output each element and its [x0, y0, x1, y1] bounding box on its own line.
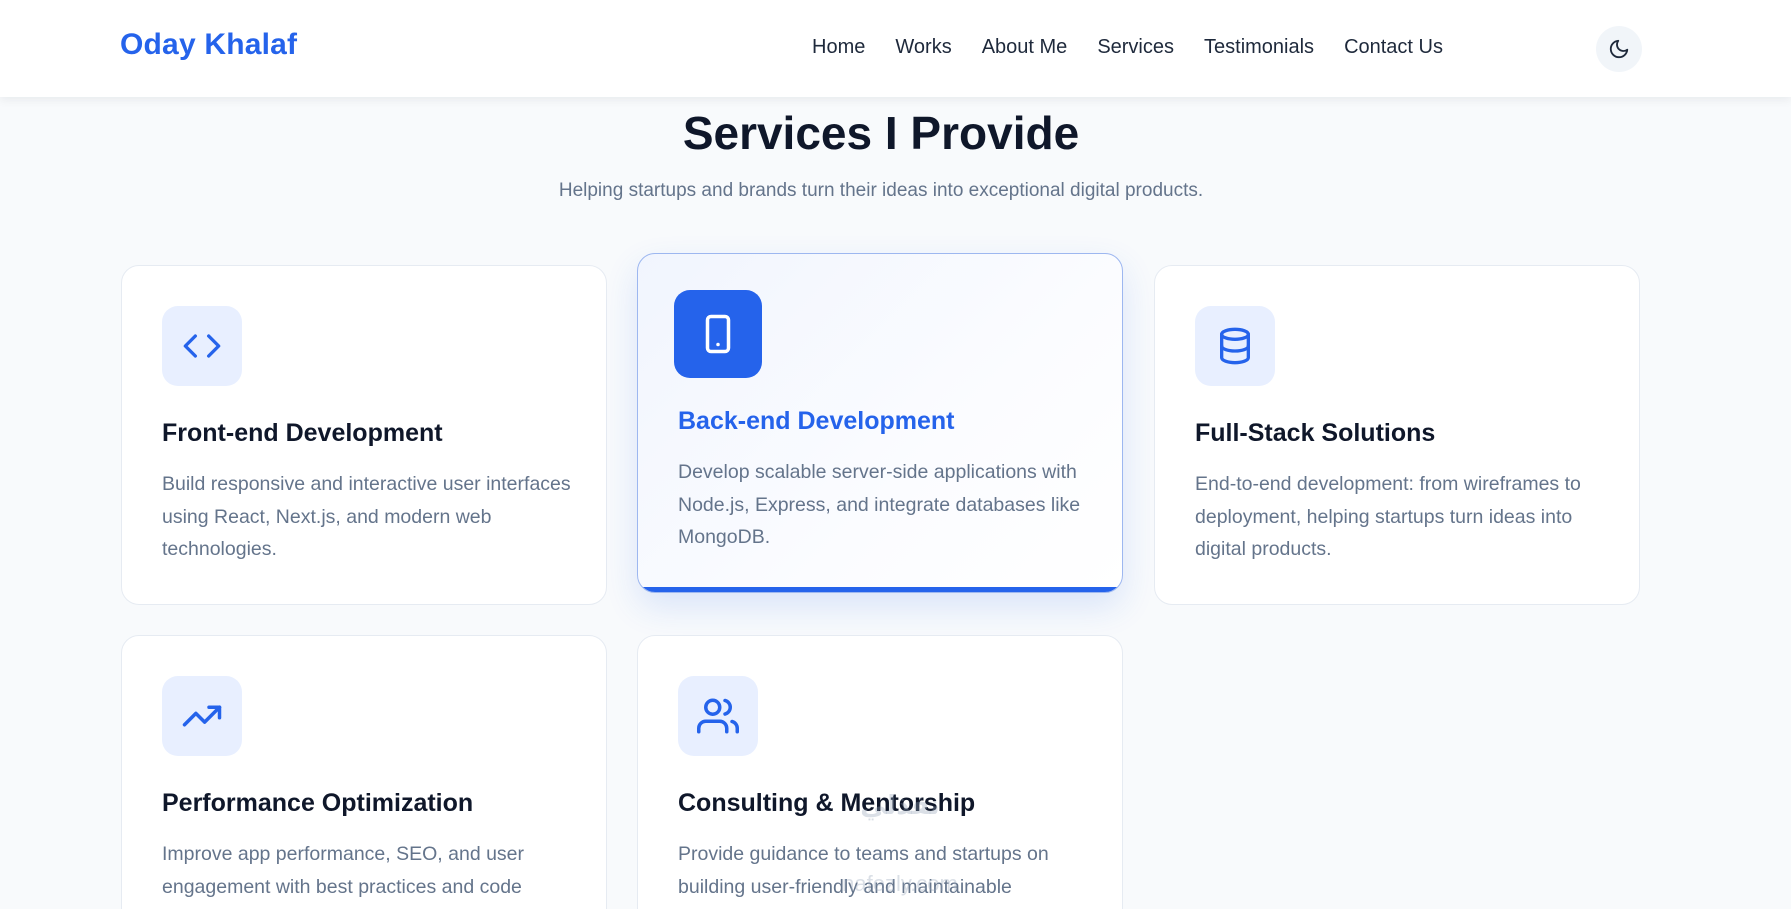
site-header: Oday Khalaf Home Works About Me Services…	[0, 0, 1791, 97]
service-description: Improve app performance, SEO, and user e…	[162, 843, 525, 898]
service-icon-box	[678, 676, 758, 756]
service-description: Provide guidance to teams and startups o…	[678, 843, 1049, 898]
section-title: Services I Provide	[682, 107, 1080, 159]
service-title: Front-end Development	[162, 419, 443, 447]
service-title: Performance Optimization	[162, 789, 474, 817]
service-icon-box	[674, 290, 762, 378]
service-description: Build responsive and interactive user in…	[162, 473, 571, 560]
service-description: Develop scalable server-side application…	[678, 461, 1081, 548]
service-card-front-end[interactable]: Front-end Development Build responsive a…	[121, 265, 607, 605]
service-title: Back-end Development	[678, 407, 955, 435]
card-accent-bar	[638, 587, 1122, 592]
nav-home[interactable]: Home	[812, 36, 865, 59]
service-card-back-end[interactable]: Back-end Development Develop scalable se…	[637, 253, 1123, 593]
service-icon-box	[162, 306, 242, 386]
service-title: Full-Stack Solutions	[1195, 419, 1436, 447]
service-icon-box	[1195, 306, 1275, 386]
nav-testimonials[interactable]: Testimonials	[1204, 36, 1314, 59]
tablet-icon	[705, 314, 731, 354]
database-icon	[1220, 327, 1250, 365]
nav-about-me[interactable]: About Me	[982, 36, 1068, 59]
service-card-performance[interactable]: Performance Optimization Improve app per…	[121, 635, 607, 909]
code-icon	[183, 334, 221, 358]
moon-icon	[1609, 39, 1629, 59]
users-icon	[697, 698, 739, 734]
service-title: Consulting & Mentorship	[678, 789, 976, 817]
site-logo[interactable]: Oday Khalaf	[120, 28, 297, 62]
nav-services[interactable]: Services	[1097, 36, 1174, 59]
main-nav: Home Works About Me Services Testimonial…	[812, 36, 1443, 59]
section-subtitle: Helping startups and brands turn their i…	[558, 180, 1204, 201]
nav-works[interactable]: Works	[895, 36, 951, 59]
service-card-full-stack[interactable]: Full-Stack Solutions End-to-end developm…	[1154, 265, 1640, 605]
trending-up-icon	[182, 705, 222, 727]
service-card-consulting[interactable]: Consulting & Mentorship Provide guidance…	[637, 635, 1123, 909]
nav-contact-us[interactable]: Contact Us	[1344, 36, 1443, 59]
service-icon-box	[162, 676, 242, 756]
service-description: End-to-end development: from wireframes …	[1195, 473, 1581, 560]
theme-toggle-button[interactable]	[1596, 26, 1642, 72]
